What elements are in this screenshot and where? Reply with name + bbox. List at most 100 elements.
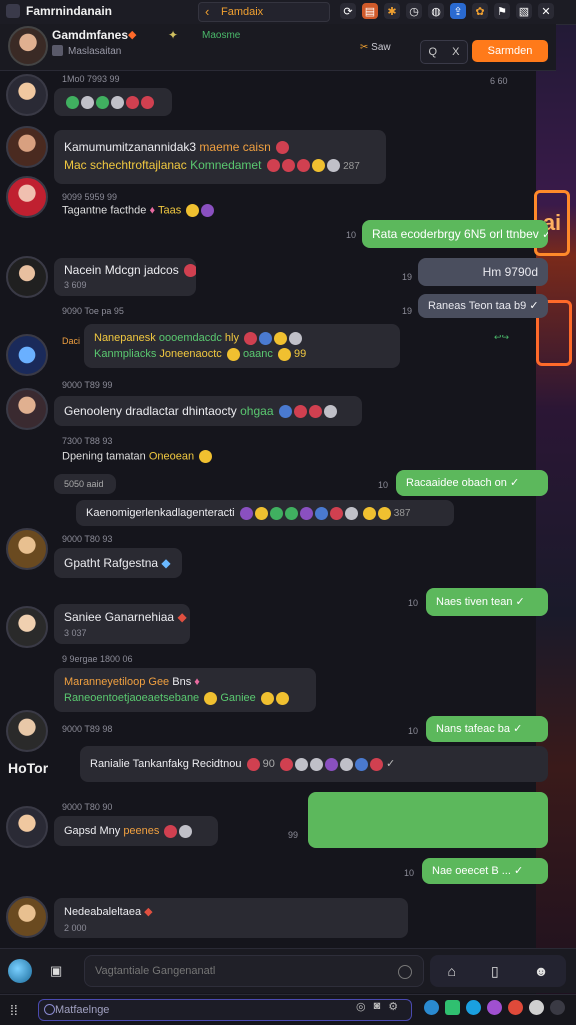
message-bubble[interactable]: Nedeabaleltaea ◆ 2 000 [54, 898, 408, 938]
reaction-icon[interactable] [126, 96, 139, 110]
emoji-icon [354, 757, 368, 771]
settings-icon[interactable]: ✿ [472, 3, 488, 19]
clear-icon[interactable]: X [452, 46, 459, 58]
mic-icon[interactable]: ◎ [356, 1000, 366, 1013]
diamond-icon: ◆ [161, 556, 171, 570]
reaction-icon[interactable] [66, 96, 79, 110]
gear-icon[interactable]: ✱ [384, 3, 400, 19]
message-bubble[interactable]: Gpatht Rafgestna ◆ [54, 548, 182, 578]
user-avatar[interactable] [6, 528, 48, 570]
outgoing-bubble[interactable]: Nae oeecet B ... ✓ [422, 858, 548, 884]
message-bubble[interactable]: Gapsd Mny peenes [54, 816, 218, 846]
message-bubble[interactable]: Kaenomigerlenkadlagenteracti 387 [76, 500, 454, 526]
image-icon[interactable]: ▧ [516, 3, 532, 19]
outgoing-bubble[interactable]: Racaaidee obach on ✓ [396, 470, 548, 496]
globe-icon[interactable]: ◍ [428, 3, 444, 19]
message-timestamp: 10 [346, 230, 357, 240]
bot-avatar[interactable] [6, 334, 48, 376]
outgoing-bubble[interactable]: Rata ecoderbrgy 6N5 orl ttnbev ✓ [362, 220, 548, 248]
app-icon[interactable] [550, 1000, 565, 1015]
reaction-icon[interactable] [81, 96, 94, 110]
outgoing-bubble[interactable]: Hm 9790d [418, 258, 548, 286]
user-avatar[interactable] [6, 256, 48, 298]
search-icon[interactable]: Q [429, 46, 438, 58]
message-prefix: Daci [62, 336, 81, 346]
attach-icon[interactable]: ▣ [50, 963, 62, 979]
message-line: Mac schechtroftajlanac Komnedamet 287 [64, 158, 360, 173]
message-bubble[interactable]: Kamumumitzanannidak3 maeme caisn Mac sch… [54, 130, 386, 184]
app-icon[interactable] [466, 1000, 481, 1015]
emoji-icon [339, 757, 353, 771]
app-logo [6, 4, 20, 18]
group-avatar[interactable] [8, 26, 48, 66]
search-box[interactable]: Q X [420, 40, 468, 64]
emoji-icon [344, 506, 358, 520]
camera-icon[interactable]: ◙ [374, 1000, 381, 1013]
emoji-icon [186, 204, 200, 217]
app-icon[interactable] [424, 1000, 439, 1015]
clipboard-icon[interactable]: ▯ [491, 963, 499, 980]
tab-label: Famdaix [221, 6, 264, 18]
close-icon[interactable]: ✕ [538, 3, 554, 19]
message-bubble[interactable]: Maranneyetiloop Gee Bns ♦ Raneoentoetjao… [54, 668, 316, 712]
user-avatar[interactable] [6, 606, 48, 648]
share-icon[interactable]: ⇪ [450, 3, 466, 19]
message-timestamp: 10 [408, 726, 419, 736]
message-timestamp: 10 [378, 480, 389, 490]
user-avatar[interactable] [6, 896, 48, 938]
reaction-icon[interactable] [111, 96, 124, 110]
apps-grid-icon[interactable]: ⁞⁞ [10, 1002, 18, 1018]
flag-icon[interactable]: ⚑ [494, 3, 510, 19]
message-bubble[interactable]: Genooleny dradlactar dhintaocty ohgaa [54, 396, 362, 426]
outgoing-media-bubble[interactable] [308, 792, 548, 848]
user-avatar[interactable] [6, 710, 48, 752]
user-avatar[interactable] [6, 74, 48, 116]
emoji-picker-icon[interactable] [398, 965, 412, 979]
user-avatar[interactable] [6, 388, 48, 430]
user-avatar[interactable] [6, 806, 48, 848]
app-icon[interactable] [487, 1000, 502, 1015]
user-avatar[interactable] [6, 126, 48, 168]
search-icon [44, 1004, 55, 1015]
reaction-icon[interactable] [96, 96, 109, 110]
message-bubble[interactable]: Nacein Mdcgn jadcos 3 609 [54, 258, 196, 296]
emoji-icon [246, 757, 260, 771]
message-timestamp: 7300 T88 93 [62, 436, 113, 446]
emoji-icon [326, 159, 340, 173]
reaction-bubble[interactable] [54, 88, 172, 116]
emoji-icon [260, 691, 274, 705]
globe-icon[interactable] [8, 959, 32, 983]
outgoing-bubble[interactable]: Nans tafeac ba ✓ [426, 716, 548, 742]
message-input[interactable] [84, 955, 424, 987]
clock-icon[interactable]: ◷ [406, 3, 422, 19]
emoji-icon [377, 506, 391, 520]
filter-button[interactable]: ✂ Saw [360, 42, 412, 62]
emoji-icon [276, 141, 290, 155]
settings-icon[interactable]: ⚙ [388, 1000, 398, 1013]
app-icon[interactable] [529, 1000, 544, 1015]
chat-header: Gamdmfanes ◆ ✦ Maosme Maslasaitan ✂ Saw … [0, 24, 556, 71]
refresh-icon[interactable]: ⟳ [340, 3, 356, 19]
message-bubble[interactable]: Nanepanesk oooemdacdc hly Kanmpliacks Jo… [84, 324, 400, 368]
message-bubble[interactable]: Saniee Ganarnehiaa ◆ 3 037 [54, 604, 190, 644]
reaction-icon[interactable] [141, 96, 154, 110]
read-check-icon: ✓ [515, 596, 525, 608]
message-timestamp: 19 [402, 272, 413, 282]
chevron-left-icon[interactable]: ‹ [205, 4, 209, 19]
book-icon[interactable]: ▤ [362, 3, 378, 19]
message-bubble[interactable]: Ranialie Tankanfakg Recidtnou 90 ✓ [80, 746, 548, 782]
message-chip[interactable]: 5050 aaid [54, 474, 116, 494]
tab-active[interactable]: ‹ Famdaix [198, 2, 330, 22]
emoji-icon[interactable]: ☻ [534, 963, 549, 979]
outgoing-bubble[interactable]: Naes tiven tean ✓ [426, 588, 548, 616]
primary-action-button[interactable]: Sarmden [472, 40, 548, 62]
outgoing-bubble[interactable]: Raneas Teon taa b9 ✓ [418, 294, 548, 318]
message-timestamp: 9099 5959 99 [62, 192, 118, 202]
message-timestamp: 9090 Toe pa 95 [62, 306, 124, 316]
emoji-icon [296, 159, 310, 173]
app-icon[interactable] [508, 1000, 523, 1015]
app-icon[interactable] [445, 1000, 460, 1015]
message-timestamp: 9000 T80 90 [62, 802, 113, 812]
home-icon[interactable]: ⌂ [448, 963, 456, 979]
user-avatar[interactable] [6, 176, 48, 218]
